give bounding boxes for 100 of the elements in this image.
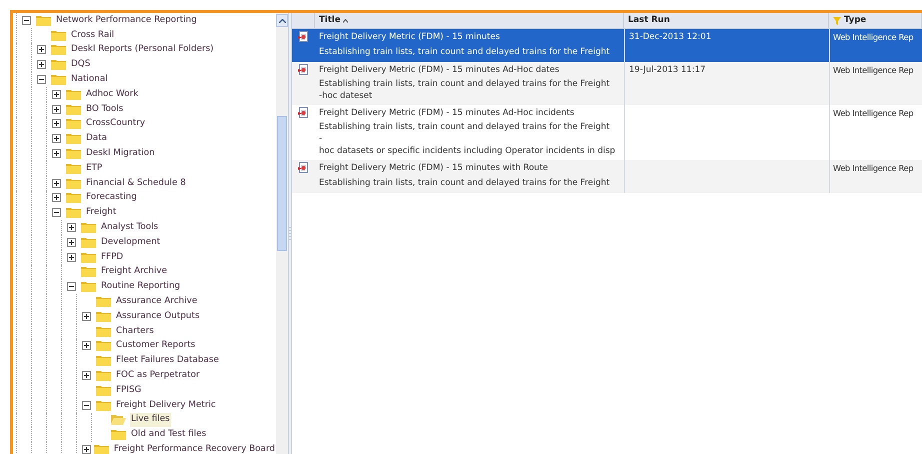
- expand-icon[interactable]: [52, 104, 61, 114]
- folder-icon: [96, 370, 111, 382]
- expand-icon[interactable]: [67, 238, 76, 247]
- folder-icon: [96, 340, 111, 352]
- tree-item[interactable]: Adhoc Work: [85, 88, 140, 101]
- tree-item[interactable]: Freight: [85, 206, 118, 220]
- collapse-icon[interactable]: [37, 75, 46, 84]
- tree-item[interactable]: Freight Delivery Metric: [115, 398, 217, 412]
- expand-icon[interactable]: [52, 90, 61, 99]
- tree-item[interactable]: FFPD: [100, 250, 124, 264]
- expand-icon[interactable]: [67, 252, 76, 262]
- tree-item[interactable]: FOC as Perpetrator: [115, 368, 201, 382]
- tree-item[interactable]: Charters: [115, 324, 155, 338]
- expand-icon[interactable]: [37, 45, 46, 54]
- report-icon: [298, 107, 309, 118]
- tree-item[interactable]: Financial & Schedule 8: [85, 176, 187, 190]
- folder-icon: [96, 296, 111, 308]
- folder-icon: [66, 88, 81, 100]
- column-header[interactable]: Title: [315, 13, 624, 28]
- folder-icon: [81, 281, 96, 292]
- report-description: hoc datasets or specific incidents including Operator incidents in disp: [319, 145, 616, 157]
- expand-icon[interactable]: [82, 312, 91, 321]
- tree-item[interactable]: National: [70, 72, 109, 86]
- folder-icon: [96, 384, 111, 396]
- tree-item[interactable]: BO Tools: [85, 102, 124, 116]
- report-description: Establishing train lists, train count and delayed trains for the Freight: [319, 78, 610, 90]
- tree-item[interactable]: Old and Test files: [130, 428, 208, 442]
- tree-item[interactable]: DQS: [70, 58, 92, 72]
- table-row[interactable]: Freight Delivery Metric (FDM) - 15 minutes with Route Establishing train lists, train count and delayed trains for the Freight Web Intelligence Rep: [292, 160, 922, 193]
- column-header[interactable]: Last Run: [624, 13, 829, 28]
- tree-item[interactable]: Freight Performance Recovery Board: [112, 442, 276, 454]
- scroll-thumb[interactable]: [277, 116, 287, 251]
- report-title[interactable]: Freight Delivery Metric (FDM) - 15 minutes Ad-Hoc incidents: [319, 107, 620, 121]
- scroll-up-button[interactable]: [276, 14, 288, 27]
- collapse-icon[interactable]: [52, 208, 61, 218]
- column-header[interactable]: Type: [829, 13, 922, 28]
- table-row[interactable]: Freight Delivery Metric (FDM) - 15 minutes Ad-Hoc dates Establishing train lists, train count and delayed trains for the Freight -hoc dateset 19-Jul-2013 11:17 Web Intelligence Rep: [292, 62, 922, 105]
- report-description: -hoc dateset: [319, 90, 372, 102]
- folder-icon: [66, 133, 81, 144]
- report-icon: [298, 64, 309, 75]
- report-title[interactable]: Freight Delivery Metric (FDM) - 15 minutes Ad-Hoc dates: [319, 64, 620, 78]
- report-description: Establishing train lists, train count and delayed trains for the Freight: [319, 177, 610, 189]
- folder-icon: [96, 355, 111, 366]
- folder-icon: [66, 104, 81, 115]
- tree-item[interactable]: Assurance Archive: [115, 294, 198, 308]
- folder-icon: [81, 222, 96, 234]
- folder-icon: [51, 30, 66, 41]
- tree-item[interactable]: CrossCountry: [85, 117, 146, 131]
- open-folder-icon: [111, 414, 126, 426]
- report-description: Establishing train lists, train count and delayed trains for the Freight: [319, 121, 610, 133]
- tree-item[interactable]: DeskI Reports (Personal Folders): [70, 43, 215, 57]
- tree-item[interactable]: Development: [100, 236, 162, 249]
- report-title[interactable]: Freight Delivery Metric (FDM) - 15 minutes with Route: [319, 162, 620, 176]
- folder-icon: [111, 429, 126, 440]
- collapse-icon[interactable]: [22, 16, 31, 25]
- expand-icon[interactable]: [52, 178, 61, 188]
- tree-item[interactable]: Assurance Outputs: [115, 310, 201, 323]
- tree-item[interactable]: Fleet Failures Database: [115, 354, 220, 368]
- tree-item[interactable]: Customer Reports: [115, 339, 196, 353]
- last-run-date: 31-Dec-2013 12:01: [629, 32, 712, 42]
- expand-icon[interactable]: [67, 223, 76, 232]
- tree-item[interactable]: Live files: [130, 413, 171, 426]
- tree-item[interactable]: Routine Reporting: [100, 280, 182, 294]
- tree-item[interactable]: DeskI Migration: [85, 146, 156, 160]
- tree-item[interactable]: Data: [85, 132, 108, 146]
- expand-icon[interactable]: [82, 371, 91, 380]
- tree-item[interactable]: Network Performance Reporting: [55, 14, 198, 27]
- report-icon: [298, 31, 309, 42]
- folder-icon: [66, 207, 81, 218]
- report-icon: [298, 162, 309, 173]
- report-type: Web Intelligence Rep: [833, 108, 914, 118]
- report-title[interactable]: Freight Delivery Metric (FDM) - 15 minutes: [319, 31, 620, 45]
- tree-item[interactable]: Analyst Tools: [100, 220, 160, 234]
- report-type: Web Intelligence Rep: [833, 32, 914, 42]
- tree-scrollbar[interactable]: [276, 13, 288, 454]
- folder-icon: [66, 118, 81, 130]
- folder-icon: [94, 444, 109, 454]
- folder-icon: [66, 192, 81, 204]
- folder-icon: [81, 236, 96, 248]
- tree-item[interactable]: Forecasting: [85, 191, 138, 205]
- collapse-icon[interactable]: [82, 400, 91, 410]
- expand-icon[interactable]: [52, 134, 61, 144]
- table-row[interactable]: Freight Delivery Metric (FDM) - 15 minutes Establishing train lists, train count and delayed trains for the Freight 31-Dec-2013 12:01 Web Intelligence Rep: [292, 29, 922, 62]
- expand-icon[interactable]: [82, 445, 91, 454]
- expand-icon[interactable]: [37, 60, 46, 70]
- tree-item[interactable]: Cross Rail: [70, 28, 116, 42]
- folder-icon: [96, 400, 111, 411]
- folder-icon: [66, 178, 81, 189]
- folder-icon: [81, 266, 96, 278]
- expand-icon[interactable]: [52, 119, 61, 128]
- expand-icon[interactable]: [52, 149, 61, 158]
- expand-icon[interactable]: [52, 193, 61, 202]
- collapse-icon[interactable]: [67, 282, 76, 292]
- tree-item[interactable]: FPISG: [115, 384, 142, 397]
- folder-icon: [66, 148, 81, 160]
- report-description: -: [319, 133, 322, 145]
- tree-item[interactable]: Freight Archive: [100, 265, 168, 279]
- expand-icon[interactable]: [82, 341, 91, 350]
- folder-icon: [81, 252, 96, 263]
- tree-item[interactable]: ETP: [85, 162, 104, 175]
